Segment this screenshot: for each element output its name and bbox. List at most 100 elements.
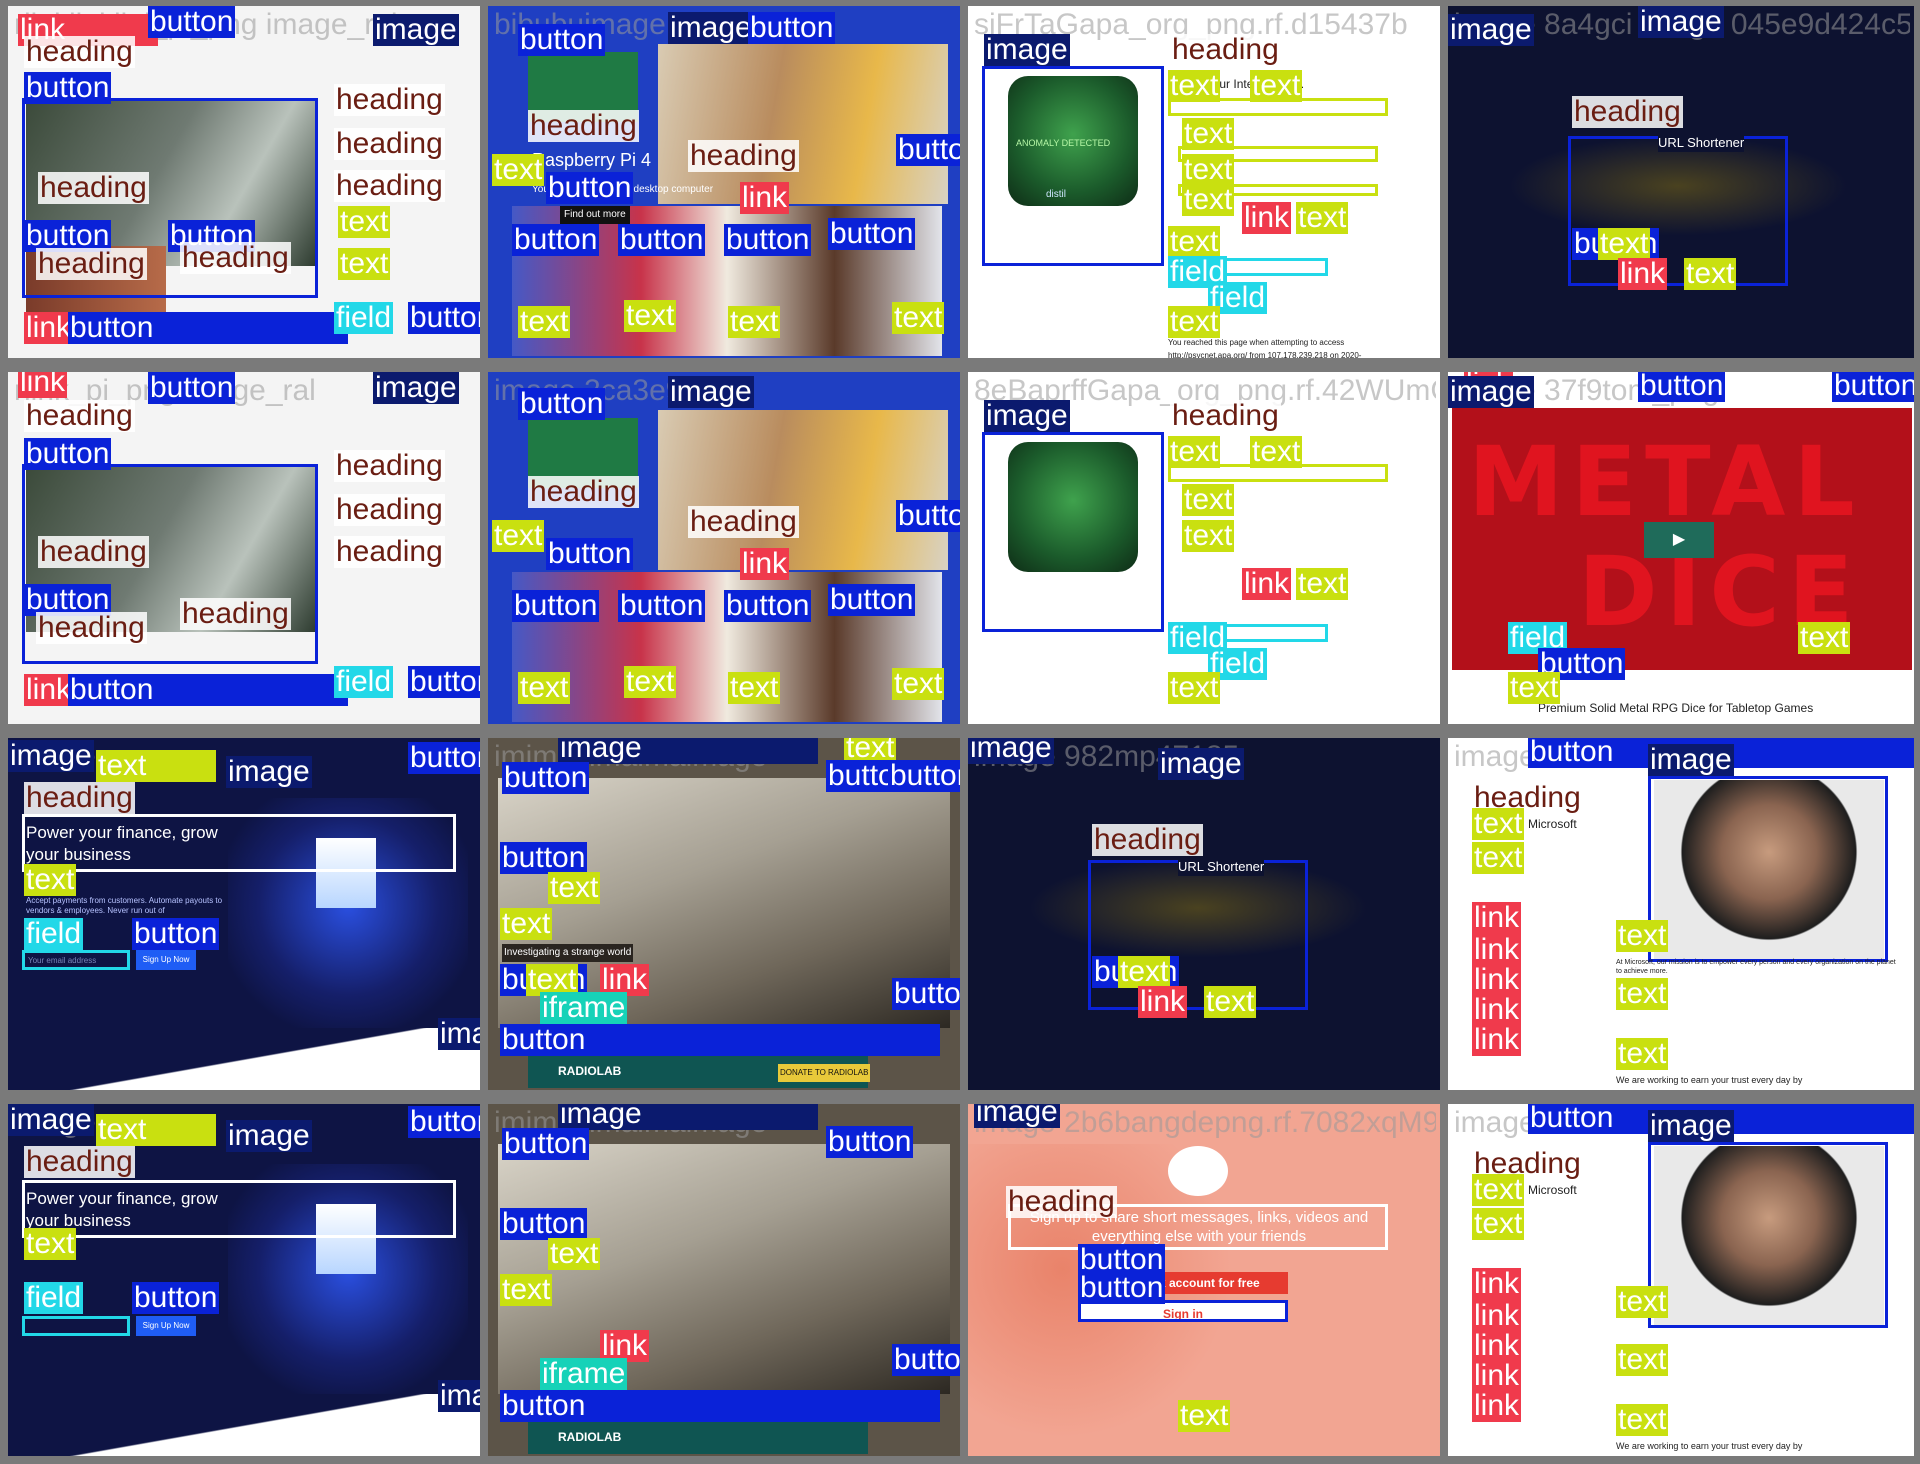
play-button[interactable]: ▶	[1644, 522, 1714, 558]
iframe-label[interactable]: iframe	[540, 1358, 628, 1390]
link-label[interactable]: link	[1618, 258, 1668, 290]
radiolab-text: Investigating a strange world	[502, 944, 634, 962]
button-label[interactable]: button	[1078, 1272, 1166, 1304]
text-label: text	[338, 248, 391, 280]
radar-brand: distil	[1046, 189, 1067, 200]
field-label[interactable]: field	[24, 1282, 84, 1314]
iframe-label[interactable]: iframe	[540, 992, 628, 1024]
metal-dice-caption: Premium Solid Metal RPG Dice for Tableto…	[1538, 701, 1814, 715]
link-label[interactable]: link	[1472, 1300, 1522, 1332]
text-label: text	[338, 206, 391, 238]
radiolab-donate[interactable]: DONATE TO RADIOLAB	[778, 1064, 871, 1082]
button-label[interactable]: button	[828, 218, 916, 250]
image-label: image	[8, 1104, 94, 1136]
field-label[interactable]: field	[24, 918, 84, 950]
text-label: text	[728, 672, 781, 704]
button-label[interactable]: button	[892, 978, 960, 1010]
button-label[interactable]: button	[68, 312, 348, 344]
link-label[interactable]: link	[740, 548, 790, 580]
button-label[interactable]: button	[618, 224, 706, 256]
button-label[interactable]: button	[748, 12, 836, 44]
button-label[interactable]: button	[148, 6, 236, 38]
button-label[interactable]: button	[546, 538, 634, 570]
text-label: text	[24, 864, 77, 896]
link-label[interactable]: link	[1472, 1024, 1522, 1056]
button-label[interactable]: button	[132, 918, 220, 950]
field-label[interactable]: field	[334, 666, 394, 698]
button-label[interactable]: button	[408, 1106, 480, 1138]
button-label[interactable]: button	[408, 742, 480, 774]
heading-label: heading	[180, 242, 291, 274]
email-field-outline[interactable]	[22, 1316, 130, 1336]
link-label[interactable]: link	[1472, 964, 1522, 996]
text-label: text	[1168, 70, 1221, 102]
text-label: text	[1798, 622, 1851, 654]
button-label[interactable]: button	[132, 1282, 220, 1314]
text-label: text	[624, 666, 677, 698]
image-label: image	[668, 376, 754, 408]
link-label[interactable]: link	[24, 312, 74, 344]
button-label[interactable]: button	[1638, 372, 1726, 402]
button-label[interactable]: button	[512, 224, 600, 256]
field-label[interactable]: field	[334, 302, 394, 334]
button-label[interactable]: button	[896, 134, 960, 166]
email-field[interactable]: Your email address	[28, 952, 96, 970]
text-label: text	[892, 668, 945, 700]
button-label[interactable]: button	[502, 762, 590, 794]
signup-button[interactable]: Sign Up Now	[136, 950, 196, 970]
button-label[interactable]: button	[724, 590, 812, 622]
button-label[interactable]: button	[888, 760, 960, 792]
link-label[interactable]: link	[1472, 934, 1522, 966]
microsoft-sub: Microsoft	[1528, 1183, 1577, 1197]
link-label[interactable]: link	[1472, 1268, 1522, 1300]
link-label[interactable]: link	[1472, 1330, 1522, 1362]
link-label[interactable]: link	[1472, 902, 1522, 934]
image-label: image	[1638, 6, 1724, 38]
button-label[interactable]: button	[512, 590, 600, 622]
signup-button[interactable]: Sign Up Now	[136, 1316, 196, 1336]
link-label[interactable]: link	[740, 182, 790, 214]
button-label[interactable]: button	[1832, 372, 1914, 402]
button-label[interactable]: button	[826, 1126, 914, 1158]
button-label[interactable]: button	[408, 666, 480, 698]
button-label[interactable]: button	[24, 72, 112, 104]
link-label[interactable]: link	[1472, 1390, 1522, 1422]
link-label[interactable]: link	[1472, 1360, 1522, 1392]
button-label[interactable]: button	[518, 24, 606, 56]
outline	[1568, 136, 1788, 286]
tile-raspberry-pi-b: image 2ca3e9e2f8 button image heading he…	[488, 372, 960, 724]
button-label[interactable]: button	[546, 172, 634, 204]
tile-anomaly-b: 8eBaprffGapa_org_png.rf.42WUmG image hea…	[968, 372, 1440, 724]
link-label[interactable]: link	[1242, 202, 1292, 234]
button-label[interactable]: button	[68, 674, 348, 706]
link-label[interactable]: link	[1242, 568, 1292, 600]
button-label[interactable]: button	[892, 1344, 960, 1376]
button-label[interactable]: button	[518, 388, 606, 420]
raspberry-cta[interactable]: Find out more	[560, 206, 630, 224]
button-label[interactable]: button	[618, 590, 706, 622]
button-label[interactable]: button	[500, 842, 588, 874]
heading-label: heading	[36, 612, 147, 644]
image-label: image	[974, 1104, 1060, 1128]
text-label: text	[1616, 1404, 1669, 1436]
link-label[interactable]: link	[1472, 994, 1522, 1026]
button-label[interactable]: button	[500, 1024, 940, 1056]
button-label[interactable]: button	[24, 438, 112, 470]
link-label[interactable]: link	[18, 372, 68, 398]
heading-label: heading	[688, 140, 799, 172]
button-label[interactable]: button	[896, 500, 960, 532]
button-label[interactable]: button	[502, 1128, 590, 1160]
outline	[1648, 1142, 1888, 1328]
button-label[interactable]: button	[408, 302, 480, 334]
outline	[1648, 776, 1888, 962]
tile-microsoft: image Microsoft At Microsoft, our missio…	[1448, 738, 1914, 1090]
link-label[interactable]: link	[1138, 986, 1188, 1018]
heading-label: heading	[24, 782, 135, 814]
button-label[interactable]: button	[500, 1208, 588, 1240]
link-label[interactable]: link	[24, 674, 74, 706]
screenshot-grid: rlinklinklinl_pi_png image_ral link butt…	[0, 0, 1920, 1464]
button-label[interactable]: button	[500, 1390, 940, 1422]
button-label[interactable]: button	[724, 224, 812, 256]
button-label[interactable]: button	[148, 372, 236, 404]
button-label[interactable]: button	[828, 584, 916, 616]
